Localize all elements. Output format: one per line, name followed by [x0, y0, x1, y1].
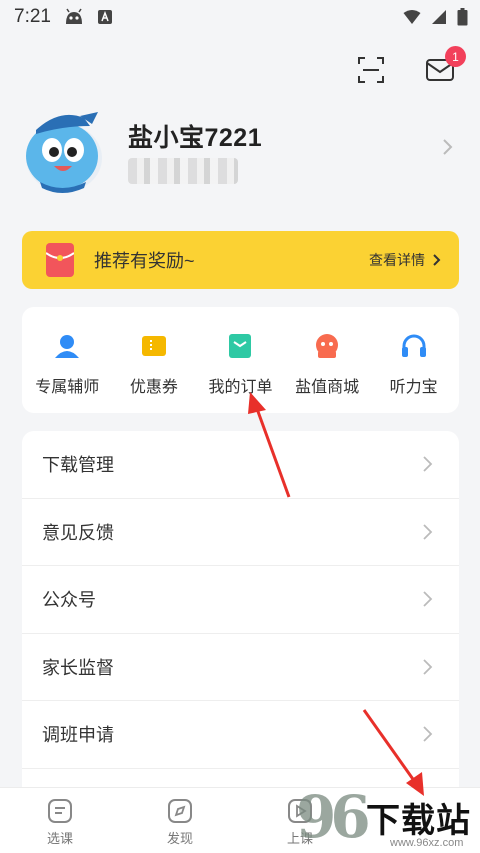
coupon-icon	[139, 331, 169, 361]
order-icon	[225, 331, 255, 361]
reward-text: 推荐有奖励~	[94, 251, 195, 271]
quick-action-label: 听力宝	[389, 379, 438, 396]
quick-actions: 专属辅师 优惠券 我的订单 盐值商城 听力宝	[22, 307, 459, 413]
chevron-right-icon	[442, 138, 454, 161]
watermark-url: www.96xz.com	[390, 837, 464, 849]
message-badge: 1	[445, 46, 466, 67]
menu-item-class-transfer[interactable]: 调班申请	[22, 701, 459, 769]
chevron-right-icon	[423, 726, 433, 742]
quick-action-label: 我的订单	[208, 379, 273, 396]
headphone-icon	[399, 331, 429, 361]
watermark-logo: 96 下载站 www.96xz.com	[294, 783, 474, 853]
status-bar: 7:21	[0, 0, 480, 34]
menu-item-label: 公众号	[42, 590, 96, 611]
compass-icon	[168, 799, 192, 823]
chevron-right-icon	[423, 456, 433, 472]
status-time: 7:21	[14, 6, 51, 27]
tab-discover[interactable]: 发现	[120, 788, 240, 853]
username: 盐小宝7221	[128, 124, 263, 152]
menu-item-official-account[interactable]: 公众号	[22, 566, 459, 634]
chevron-right-icon	[423, 524, 433, 540]
course-icon	[48, 799, 72, 823]
tab-course[interactable]: 选课	[0, 788, 120, 853]
watermark-number: 96	[296, 783, 371, 851]
wifi-icon	[403, 9, 421, 31]
notification-a-icon	[97, 9, 113, 25]
menu-item-downloads[interactable]: 下载管理	[22, 431, 459, 499]
view-details-label: 查看详情	[369, 252, 425, 268]
blurred-user-info	[128, 158, 238, 184]
scan-icon[interactable]	[355, 54, 387, 86]
tutor-icon	[52, 331, 82, 361]
chevron-right-icon	[433, 254, 441, 266]
menu-item-label: 家长监督	[42, 657, 114, 678]
quick-action-coupon[interactable]: 优惠券	[111, 307, 197, 413]
signal-icon	[431, 9, 447, 31]
menu-item-parent-supervision[interactable]: 家长监督	[22, 634, 459, 701]
menu-item-label: 调班申请	[42, 725, 114, 746]
quick-action-orders[interactable]: 我的订单	[197, 307, 283, 413]
quick-action-tutor[interactable]: 专属辅师	[24, 307, 110, 413]
quick-action-mall[interactable]: 盐值商城	[284, 307, 370, 413]
red-envelope-icon	[45, 243, 75, 277]
quick-action-label: 专属辅师	[35, 379, 100, 396]
menu-item-label: 意见反馈	[42, 522, 114, 543]
message-button[interactable]: 1	[424, 46, 466, 86]
quick-action-label: 优惠券	[129, 379, 178, 396]
watermark-text: 下载站	[366, 802, 471, 840]
chevron-right-icon	[423, 659, 433, 675]
mall-icon	[312, 331, 342, 361]
reward-banner[interactable]: 推荐有奖励~ 查看详情	[22, 231, 459, 289]
tab-label: 选课	[46, 831, 73, 846]
android-app-icon	[63, 8, 85, 26]
settings-menu: 下载管理 意见反馈 公众号 家长监督 调班申请	[22, 431, 459, 801]
menu-item-label: 下载管理	[42, 455, 114, 476]
chevron-right-icon	[423, 591, 433, 607]
battery-icon	[457, 8, 468, 32]
menu-item-feedback[interactable]: 意见反馈	[22, 499, 459, 566]
avatar[interactable]	[22, 108, 106, 194]
tab-label: 发现	[166, 831, 193, 846]
profile-card[interactable]: 盐小宝7221	[22, 108, 462, 196]
quick-action-listening[interactable]: 听力宝	[371, 307, 457, 413]
quick-action-label: 盐值商城	[295, 379, 360, 396]
view-details-link[interactable]: 查看详情	[369, 250, 441, 270]
